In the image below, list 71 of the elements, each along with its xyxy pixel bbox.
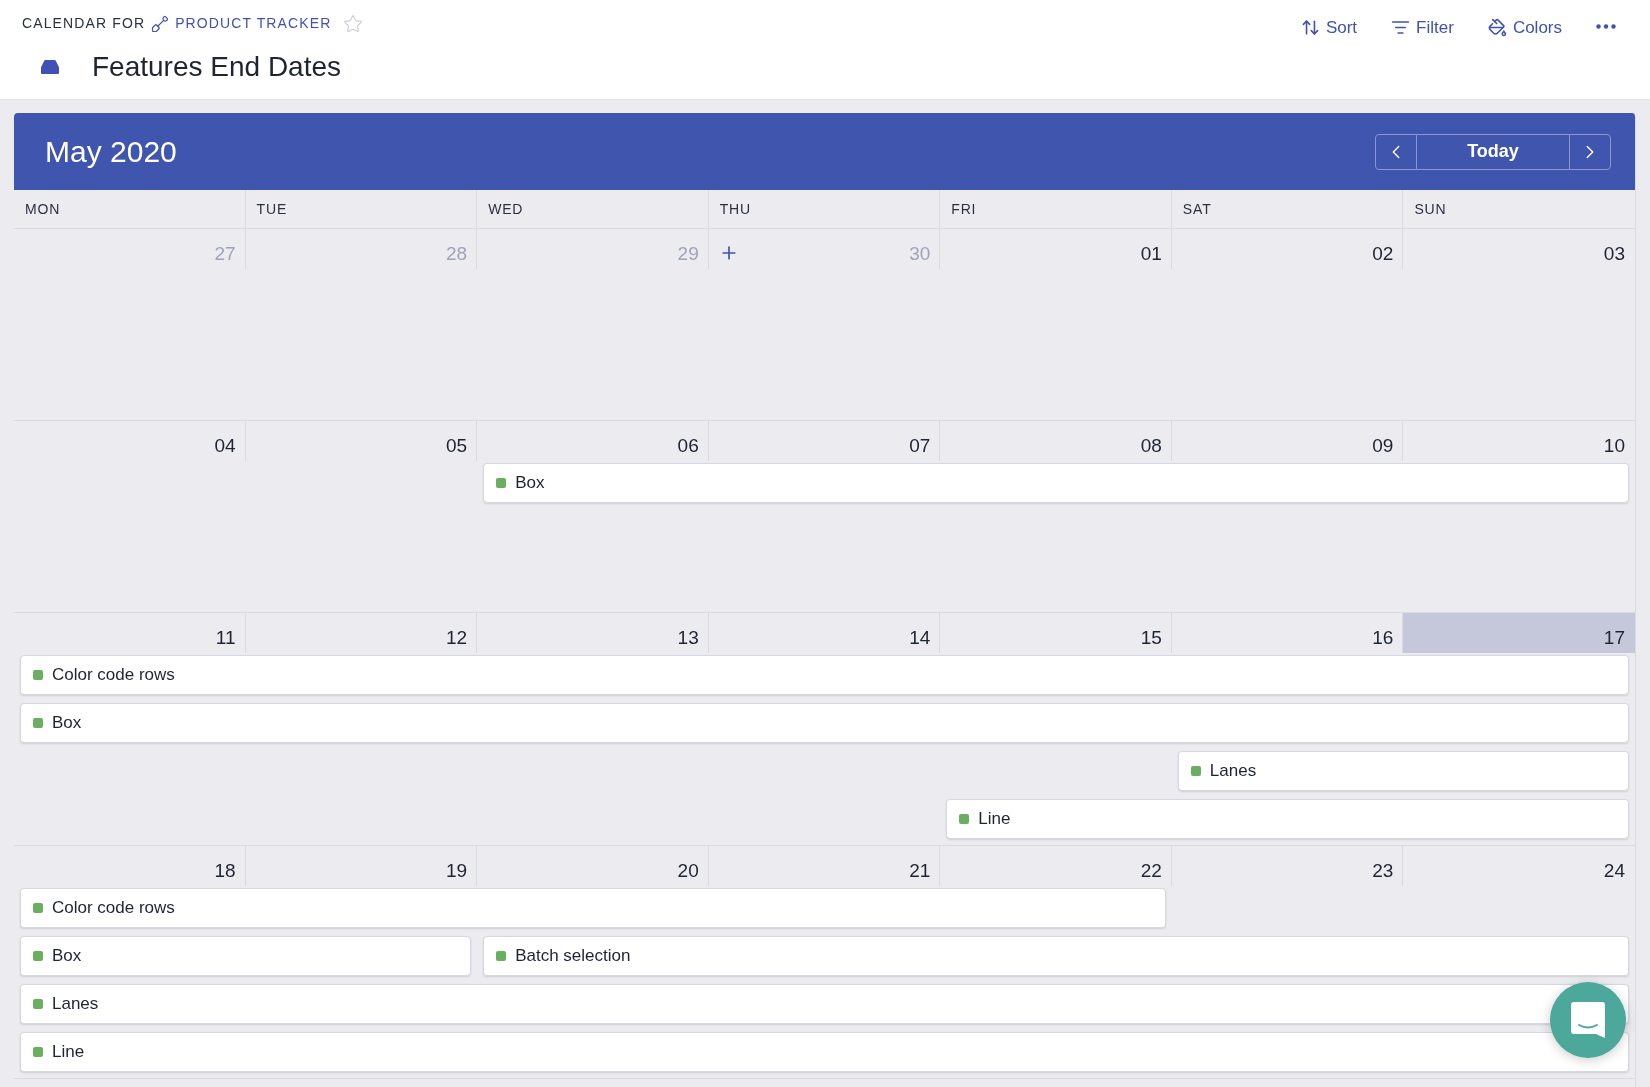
day-number: 17 — [1603, 628, 1625, 647]
day-number: 22 — [1140, 861, 1162, 880]
page-title: Features End Dates — [92, 50, 342, 84]
event-bar[interactable]: Batch selection — [483, 936, 1629, 976]
day-number: 02 — [1372, 244, 1394, 263]
day-number: 19 — [446, 861, 468, 880]
day-number: 29 — [677, 244, 699, 263]
event-bar[interactable]: Box — [20, 703, 1629, 743]
day-number: 11 — [215, 628, 236, 647]
chat-icon — [1570, 1001, 1606, 1039]
weekday-header: SAT — [1182, 199, 1212, 219]
day-number: 09 — [1372, 436, 1394, 455]
day-number: 16 — [1372, 628, 1394, 647]
event-bar[interactable]: Color code rows — [20, 888, 1166, 928]
event-bar[interactable]: Line — [946, 799, 1629, 839]
event-bar[interactable]: Box — [483, 463, 1629, 503]
day-number: 10 — [1603, 436, 1625, 455]
shovel-icon — [151, 14, 170, 33]
event-title: Line — [52, 1041, 85, 1064]
day-number: 07 — [909, 436, 931, 455]
day-number: 12 — [446, 628, 468, 647]
star-icon[interactable] — [343, 13, 364, 34]
filter-button[interactable]: Filter — [1391, 15, 1454, 41]
event-bar[interactable]: Color code rows — [20, 655, 1629, 695]
weekday-header: THU — [719, 199, 751, 219]
day-number: 21 — [909, 861, 931, 880]
breadcrumb-label: CALENDAR FOR — [22, 14, 146, 33]
previous-button[interactable] — [1375, 133, 1417, 170]
sort-button[interactable]: Sort — [1300, 15, 1358, 41]
paint-bucket-icon — [1487, 18, 1507, 38]
product-link[interactable]: PRODUCT TRACKER — [175, 13, 332, 34]
event-title: Line — [978, 808, 1011, 831]
event-bar[interactable]: Lanes — [1177, 751, 1629, 791]
day-number: 24 — [1603, 861, 1625, 880]
day-number: 06 — [677, 436, 699, 455]
event-title: Batch selection — [515, 945, 631, 968]
day-number: 08 — [1140, 436, 1162, 455]
weekday-header: TUE — [256, 199, 288, 219]
sort-icon — [1300, 18, 1320, 38]
today-button[interactable]: Today — [1417, 133, 1569, 170]
month-title: May 2020 — [45, 134, 177, 170]
weekday-header: MON — [25, 199, 61, 219]
event-title: Box — [52, 945, 82, 968]
event-title: Color code rows — [52, 897, 175, 920]
day-number: 30 — [909, 244, 931, 263]
day-number: 15 — [1140, 628, 1162, 647]
colors-button[interactable]: Colors — [1487, 15, 1562, 41]
event-title: Box — [515, 472, 545, 495]
day-number: 14 — [909, 628, 931, 647]
day-number: 28 — [446, 244, 468, 263]
next-button[interactable] — [1569, 133, 1611, 170]
event-title: Box — [52, 712, 82, 735]
day-number: 04 — [214, 436, 236, 455]
day-number: 05 — [446, 436, 468, 455]
more-icon — [1596, 23, 1616, 29]
event-bar[interactable]: Box — [20, 936, 472, 976]
day-number: 23 — [1372, 861, 1394, 880]
weekday-header: SUN — [1414, 199, 1447, 219]
day-number: 13 — [677, 628, 699, 647]
day-number: 01 — [1140, 244, 1162, 263]
day-number: 27 — [214, 244, 236, 263]
event-bar[interactable]: Line — [20, 1032, 1629, 1072]
event-title: Lanes — [52, 993, 99, 1016]
event-bar[interactable]: Lanes — [20, 984, 1629, 1024]
event-title: Color code rows — [52, 664, 175, 687]
weekday-header: FRI — [951, 199, 977, 219]
day-number: 20 — [677, 861, 699, 880]
weekday-header: WED — [488, 199, 524, 219]
day-number: 03 — [1603, 244, 1625, 263]
day-number: 18 — [214, 861, 236, 880]
event-title: Lanes — [1209, 760, 1257, 783]
